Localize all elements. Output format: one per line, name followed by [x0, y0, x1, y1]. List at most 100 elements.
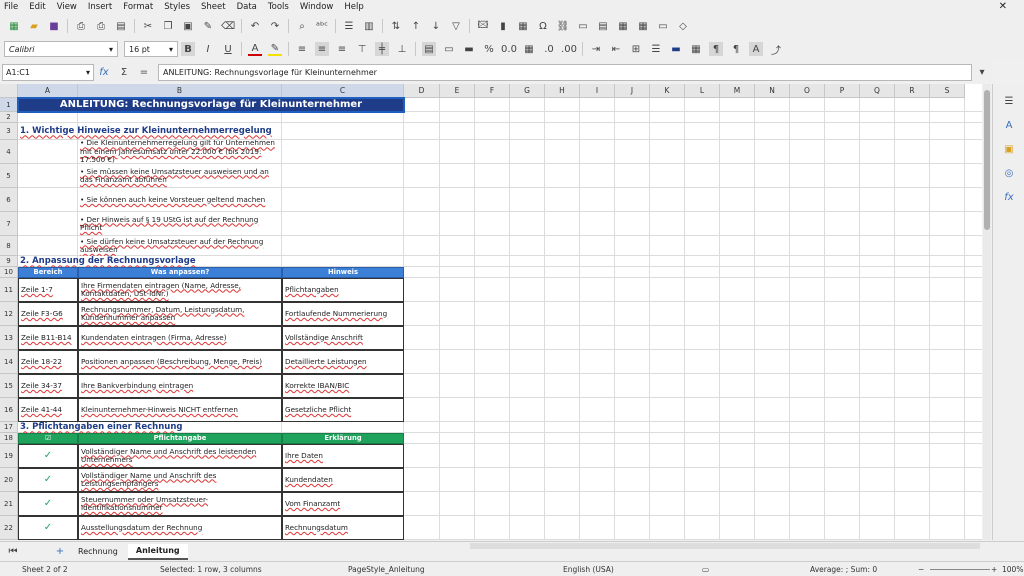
- tab-rechnung[interactable]: Rechnung: [70, 544, 126, 560]
- bold-icon[interactable]: B: [181, 42, 195, 56]
- table-cell[interactable]: Detaillierte Leistungen: [282, 350, 404, 374]
- table-cell[interactable]: Rechnungsnummer, Datum, Leistungsdatum, …: [78, 302, 282, 326]
- table-cell[interactable]: Ausstellungsdatum der Rechnung: [78, 516, 282, 540]
- delete-decimal-icon[interactable]: .00: [561, 42, 577, 56]
- row-header[interactable]: 8: [0, 236, 18, 256]
- column-header[interactable]: H: [545, 84, 580, 98]
- row-header[interactable]: 17: [0, 422, 18, 433]
- menu-window[interactable]: Window: [300, 2, 334, 12]
- clear-formatting-icon[interactable]: ⌫: [221, 19, 235, 33]
- table-cell[interactable]: Ihre Daten: [282, 444, 404, 468]
- header-footer-icon[interactable]: ▤: [596, 19, 610, 33]
- sum-icon[interactable]: Σ: [117, 65, 131, 79]
- new-icon[interactable]: ▦: [7, 19, 21, 33]
- table-cell[interactable]: Pflichtangaben: [282, 278, 404, 302]
- comment-icon[interactable]: ▭: [576, 19, 590, 33]
- row-header[interactable]: 20: [0, 468, 18, 492]
- format-currency-icon[interactable]: ▬: [462, 42, 476, 56]
- table-cell[interactable]: Rechnungsdatum: [282, 516, 404, 540]
- sort-ascending-icon[interactable]: ↑: [409, 19, 423, 33]
- underline-icon[interactable]: U: [221, 42, 235, 56]
- menu-view[interactable]: View: [57, 2, 77, 12]
- section-heading[interactable]: 1. Wichtige Hinweise zur Kleinunternehme…: [18, 123, 404, 140]
- print-preview-icon[interactable]: ▤: [114, 19, 128, 33]
- row-header[interactable]: 19: [0, 444, 18, 468]
- row-header[interactable]: 22: [0, 516, 18, 540]
- section-heading[interactable]: 3. Pflichtangaben einer Rechnung: [18, 422, 404, 433]
- zoom-slider[interactable]: [930, 569, 990, 570]
- zoom-level[interactable]: 100%: [1002, 565, 1023, 574]
- text-vertical-icon[interactable]: A: [749, 42, 763, 56]
- special-character-icon[interactable]: Ω: [536, 19, 550, 33]
- column-header[interactable]: G: [510, 84, 545, 98]
- functions-icon[interactable]: fx: [1002, 190, 1016, 204]
- menu-sheet[interactable]: Sheet: [201, 2, 226, 12]
- hyperlink-icon[interactable]: ⛓: [556, 19, 570, 33]
- format-date-icon[interactable]: ▦: [522, 42, 536, 56]
- row-header[interactable]: 6: [0, 188, 18, 212]
- column-header[interactable]: Q: [860, 84, 895, 98]
- wrap-text-icon[interactable]: ▤: [422, 42, 436, 56]
- table-cell[interactable]: Fortlaufende Nummerierung: [282, 302, 404, 326]
- menu-edit[interactable]: Edit: [29, 2, 45, 12]
- paste-icon[interactable]: ▣: [181, 19, 195, 33]
- table-cell[interactable]: Vom Finanzamt: [282, 492, 404, 516]
- row-header[interactable]: 3: [0, 123, 18, 140]
- open-icon[interactable]: ▰: [27, 19, 41, 33]
- row-header[interactable]: 11: [0, 278, 18, 302]
- check-cell[interactable]: ✓: [18, 492, 78, 516]
- sort-icon[interactable]: ⇅: [389, 19, 403, 33]
- table-cell[interactable]: Korrekte IBAN/BIC: [282, 374, 404, 398]
- copy-icon[interactable]: ❐: [161, 19, 175, 33]
- check-cell[interactable]: ✓: [18, 468, 78, 492]
- table-cell[interactable]: Vollständiger Name und Anschrift des Lei…: [78, 468, 282, 492]
- section-heading[interactable]: 2. Anpassung der Rechnungsvorlage: [18, 256, 404, 267]
- align-top-icon[interactable]: ⊤: [355, 42, 369, 56]
- column-header[interactable]: S: [930, 84, 965, 98]
- row-header[interactable]: 7: [0, 212, 18, 236]
- menu-tools[interactable]: Tools: [268, 2, 289, 12]
- merge-center-icon[interactable]: ▭: [442, 42, 456, 56]
- bullet-cell[interactable]: • Sie müssen keine Umsatzsteuer ausweise…: [78, 164, 282, 188]
- format-percent-icon[interactable]: %: [482, 42, 496, 56]
- save-icon[interactable]: ■: [47, 19, 61, 33]
- formula-icon[interactable]: =: [137, 65, 151, 79]
- table-cell[interactable]: Kundendaten eintragen (Firma, Adresse): [78, 326, 282, 350]
- row-header[interactable]: 2: [0, 112, 18, 123]
- bullet-cell[interactable]: • Sie können auch keine Vorsteuer gelten…: [78, 188, 282, 212]
- table-header-cell[interactable]: Hinweis: [282, 267, 404, 278]
- redo-icon[interactable]: ↷: [268, 19, 282, 33]
- row-header[interactable]: 4: [0, 140, 18, 164]
- row-header[interactable]: 9: [0, 256, 18, 267]
- navigator-icon[interactable]: ◎: [1002, 166, 1016, 180]
- column-icon[interactable]: ▥: [362, 19, 376, 33]
- row-header[interactable]: 1: [0, 98, 18, 112]
- column-header[interactable]: E: [440, 84, 475, 98]
- menu-insert[interactable]: Insert: [88, 2, 112, 12]
- status-language[interactable]: English (USA): [563, 565, 614, 574]
- show-draw-functions-icon[interactable]: ◇: [676, 19, 690, 33]
- first-sheet-icon[interactable]: ⏮: [6, 545, 20, 559]
- close-document-icon[interactable]: ✕: [999, 1, 1007, 12]
- column-header[interactable]: M: [720, 84, 755, 98]
- column-header[interactable]: O: [790, 84, 825, 98]
- status-page-style[interactable]: PageStyle_Anleitung: [348, 565, 425, 574]
- zoom-out-icon[interactable]: −: [918, 565, 924, 574]
- align-bottom-icon[interactable]: ⊥: [395, 42, 409, 56]
- table-cell[interactable]: Zeile 41-44: [18, 398, 78, 422]
- table-header-cell[interactable]: Pflichtangabe: [78, 433, 282, 444]
- table-cell[interactable]: Zeile 18-22: [18, 350, 78, 374]
- column-header[interactable]: K: [650, 84, 685, 98]
- zoom-in-icon[interactable]: +: [991, 565, 997, 574]
- styles-icon[interactable]: A: [1002, 118, 1016, 132]
- sort-descending-icon[interactable]: ↓: [429, 19, 443, 33]
- chart-icon[interactable]: ▮: [496, 19, 510, 33]
- column-header[interactable]: B: [78, 84, 282, 98]
- scroll-thumb[interactable]: [984, 90, 990, 230]
- row-header[interactable]: 16: [0, 398, 18, 422]
- menu-data[interactable]: Data: [237, 2, 257, 12]
- row-header[interactable]: 21: [0, 492, 18, 516]
- properties-icon[interactable]: ☰: [1002, 94, 1016, 108]
- cut-icon[interactable]: ✂: [141, 19, 155, 33]
- row-header[interactable]: 5: [0, 164, 18, 188]
